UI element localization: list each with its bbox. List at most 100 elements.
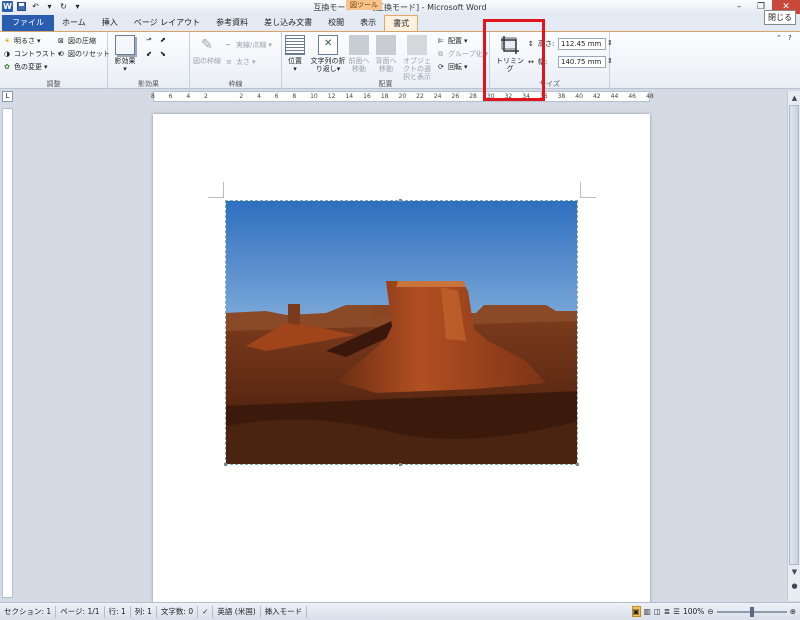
picture-border-button[interactable]: ✎ 図の枠線 <box>192 35 222 65</box>
vertical-scrollbar[interactable]: ▲ ▼ ● <box>787 91 800 601</box>
ruler-tick-label: 40 <box>575 93 583 100</box>
tab-page-layout[interactable]: ページ レイアウト <box>126 15 208 31</box>
tab-view[interactable]: 表示 <box>352 15 384 31</box>
outline-view-icon[interactable]: ≣ <box>664 607 670 616</box>
tab-mailings[interactable]: 差し込み文書 <box>256 15 320 31</box>
ribbon-tabs: ファイル ホーム 挿入 ページ レイアウト 参考資料 差し込み文書 校閲 表示 … <box>0 14 800 31</box>
crop-button[interactable]: トリミング <box>496 35 524 73</box>
recolor-button[interactable]: ✿ 色の変更 ▾ <box>4 62 48 72</box>
recolor-icon: ✿ <box>4 63 10 71</box>
reset-picture-button[interactable]: ⟲ 図のリセット <box>58 49 110 59</box>
contrast-button[interactable]: ◑ コントラスト ▾ <box>4 49 61 59</box>
ruler-tick-label: 14 <box>345 93 354 100</box>
zoom-slider-thumb[interactable] <box>749 606 754 617</box>
shadow-nudge-left[interactable]: ⬋ <box>146 50 152 58</box>
group-label-adjust: 調整 <box>46 80 61 88</box>
ruler-tick-label: 36 <box>539 93 548 100</box>
inserted-picture[interactable] <box>225 200 578 465</box>
height-input[interactable]: 112.45 mm <box>558 38 606 50</box>
tab-home[interactable]: ホーム <box>54 15 94 31</box>
status-line[interactable]: 行: 1 <box>105 605 131 618</box>
tab-selector[interactable]: L <box>2 91 13 102</box>
dash-icon: ┅ <box>226 41 231 49</box>
shadow-nudge-up[interactable]: ⬏ <box>146 36 152 44</box>
rotate-button[interactable]: ⟳ 回転 ▾ <box>438 62 468 72</box>
resize-handle-top[interactable] <box>399 199 402 202</box>
scroll-down-icon[interactable]: ▼ <box>789 567 800 578</box>
help-icon[interactable]: ? <box>788 34 792 42</box>
resize-handle-bottom-right[interactable] <box>576 463 579 466</box>
status-bar: セクション: 1 ページ: 1/1 行: 1 列: 1 文字数: 0 ✓ 英語 … <box>0 602 800 620</box>
web-layout-view-icon[interactable]: ◫ <box>654 607 661 616</box>
selection-pane-button[interactable]: オブジェクトの選択と表示 <box>400 35 434 81</box>
ruler-tick-label: 22 <box>416 93 424 100</box>
print-layout-view-icon[interactable]: ▣ <box>631 606 641 617</box>
horizontal-ruler[interactable]: 8 6 4 2 2 4 6 8 10 12 14 16 18 20 22 24 26 28 30 32 34 36 38 40… <box>151 91 654 102</box>
wrap-text-button[interactable]: ✕ 文字列の折り返し▾ <box>310 35 346 73</box>
full-screen-view-icon[interactable]: ▥ <box>644 607 651 616</box>
send-backward-button[interactable]: 背面へ移動 <box>373 35 399 73</box>
tab-file[interactable]: ファイル <box>2 15 54 31</box>
shadow-nudge-right[interactable]: ⬈ <box>160 36 166 44</box>
status-section[interactable]: セクション: 1 <box>0 605 57 618</box>
zoom-level[interactable]: 100% <box>683 607 704 616</box>
bring-forward-button[interactable]: 前面へ移動 <box>346 35 372 73</box>
position-icon <box>285 35 305 55</box>
ruler-ticks: 8 6 4 2 2 4 6 8 10 12 14 16 18 20 22 24 26 28 30 32 34 36 38 40… <box>151 92 654 101</box>
group-label-size: サイズ <box>539 80 560 88</box>
tab-insert[interactable]: 挿入 <box>94 15 126 31</box>
shadow-effects-button[interactable]: 影効果 ▾ <box>112 35 138 73</box>
status-column[interactable]: 列: 1 <box>131 605 157 618</box>
group-icon: ⧉ <box>438 50 443 58</box>
tab-review[interactable]: 校閲 <box>320 15 352 31</box>
zoom-in-icon[interactable]: ⊕ <box>790 607 796 616</box>
scroll-up-icon[interactable]: ▲ <box>789 93 800 104</box>
zoom-out-icon[interactable]: ⊖ <box>707 607 713 616</box>
resize-handle-bottom-left[interactable] <box>224 463 227 466</box>
nudge-shadow-icon: ⬊ <box>160 50 166 58</box>
draft-view-icon[interactable]: ☰ <box>673 607 680 616</box>
proofing-icon[interactable]: ✓ <box>198 605 214 618</box>
tab-references[interactable]: 参考資料 <box>208 15 256 31</box>
ruler-tick-label: 30 <box>486 93 495 100</box>
line-weight-button[interactable]: ≡ 太さ ▾ <box>226 57 256 67</box>
status-insert-mode[interactable]: 挿入モード <box>261 605 308 618</box>
height-spinner[interactable]: ⇕ <box>607 39 613 47</box>
status-language[interactable]: 英語 (米国) <box>213 605 261 618</box>
align-button[interactable]: ⊫ 配置 ▾ <box>438 36 468 46</box>
nudge-shadow-icon: ⬈ <box>160 36 166 44</box>
ruler-tick-label: 24 <box>433 93 442 100</box>
shadow-toggle[interactable]: ⬊ <box>160 50 166 58</box>
ruler-tick-label: 26 <box>451 93 460 100</box>
zoom-slider[interactable] <box>716 606 787 617</box>
status-word-count[interactable]: 文字数: 0 <box>157 605 199 618</box>
resize-handle-bottom[interactable] <box>399 463 402 466</box>
minimize-button[interactable]: – <box>728 0 750 14</box>
dash-style-button[interactable]: ┅ 実線/点線 ▾ <box>226 40 272 50</box>
wrap-text-icon: ✕ <box>318 35 338 55</box>
group-button[interactable]: ⧉ グループ化 ▾ <box>438 49 488 59</box>
title-bar: W ↶ ▾ ↻ ▾ 互換モード.doc [互換モード] - Microsoft … <box>0 0 800 15</box>
ruler-tick-label: 34 <box>522 93 530 100</box>
height-label: ↕ 高さ: <box>528 40 555 48</box>
height-icon: ↕ <box>528 40 534 48</box>
scroll-thumb[interactable] <box>789 105 799 565</box>
browse-object-icon[interactable]: ● <box>789 581 800 592</box>
tab-format[interactable]: 書式 <box>384 15 419 31</box>
ruler-tick-label: 18 <box>380 93 389 100</box>
group-adjust: ☀ 明るさ ▾ ◑ コントラスト ▾ ✿ 色の変更 ▾ ⊠ 図の圧縮 ⟲ 図のリセット… <box>0 32 110 90</box>
group-size: トリミング ↕ 高さ: 112.45 mm ⇕ ↔ 幅: 140.75 mm ⇕… <box>490 32 613 90</box>
compress-icon: ⊠ <box>58 37 64 45</box>
group-arrange: 位置 ▾ ✕ 文字列の折り返し▾ 前面へ移動 背面へ移動 オブジェクトの選択と表示… <box>282 32 490 90</box>
brightness-button[interactable]: ☀ 明るさ ▾ <box>4 36 41 46</box>
status-page[interactable]: ページ: 1/1 <box>56 605 105 618</box>
margin-marker-top-right <box>580 182 596 198</box>
collapse-ribbon-icon[interactable]: ⌃ <box>776 34 782 42</box>
ruler-tick-label: 32 <box>504 93 513 100</box>
ruler-tick-label: 48 <box>646 93 654 100</box>
width-input[interactable]: 140.75 mm <box>558 56 606 68</box>
compress-pictures-button[interactable]: ⊠ 図の圧縮 <box>58 36 96 46</box>
width-spinner[interactable]: ⇕ <box>607 57 613 65</box>
vertical-ruler[interactable] <box>2 108 13 598</box>
position-button[interactable]: 位置 ▾ <box>284 35 306 73</box>
